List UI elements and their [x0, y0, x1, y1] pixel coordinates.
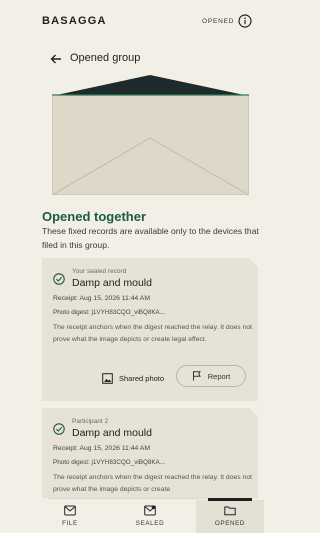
nav-label-file: FILE	[62, 520, 78, 527]
shared-photo-button[interactable]: Shared photo	[102, 371, 164, 385]
record-title: Damp and mould	[72, 427, 152, 439]
photo-digest: Photo digest: j1VYH83CQO_viBQ8KA...	[53, 309, 166, 316]
record-owner-label: Participant 2	[72, 418, 109, 425]
record-title: Damp and mould	[72, 277, 152, 289]
record-owner-label: Your sealed record	[72, 268, 127, 275]
receipt-timestamp: Receipt: Aug 15, 2026 11:44 AM	[53, 445, 150, 452]
section-heading: Opened together	[42, 209, 147, 224]
nav-item-file[interactable]: FILE	[36, 500, 104, 533]
flag-icon	[192, 371, 201, 381]
report-label: Report	[207, 371, 231, 381]
status-label: OPENED	[202, 18, 235, 25]
verified-check-icon	[53, 423, 65, 435]
app-brand: BASAGGA	[42, 15, 107, 27]
sealed-envelope-icon	[144, 505, 156, 516]
section-description: These fixed records are available only t…	[42, 226, 259, 250]
nav-label-opened: OPENED	[214, 520, 246, 527]
report-button[interactable]: Report	[176, 365, 246, 387]
receipt-note: The receipt anchors when the digest reac…	[53, 324, 252, 343]
page-title: Opened group	[70, 52, 141, 64]
nav-item-opened[interactable]: OPENED	[196, 498, 264, 533]
app-bar: BASAGGA OPENED	[0, 0, 300, 44]
opened-envelope-illustration	[52, 75, 249, 195]
shared-photo-label: Shared photo	[119, 373, 165, 383]
back-arrow-icon[interactable]	[49, 52, 63, 66]
record-card: Your sealed record Damp and mould Receip…	[42, 258, 258, 401]
verified-check-icon	[53, 273, 65, 285]
folder-icon	[224, 506, 236, 516]
receipt-note: The receipt anchors when the digest reac…	[53, 474, 252, 493]
nav-item-sealed[interactable]: SEALED	[116, 500, 184, 533]
photo-digest: Photo digest: j1VYH83CQO_viBQ8KA...	[53, 459, 166, 466]
envelope-icon	[64, 505, 76, 516]
nav-label-sealed: SEALED	[135, 520, 165, 527]
image-icon	[102, 372, 113, 384]
receipt-timestamp: Receipt: Aug 15, 2026 11:44 AM	[53, 295, 150, 302]
record-card: Participant 2 Damp and mould Receipt: Au…	[42, 408, 258, 498]
info-icon[interactable]	[238, 14, 252, 28]
